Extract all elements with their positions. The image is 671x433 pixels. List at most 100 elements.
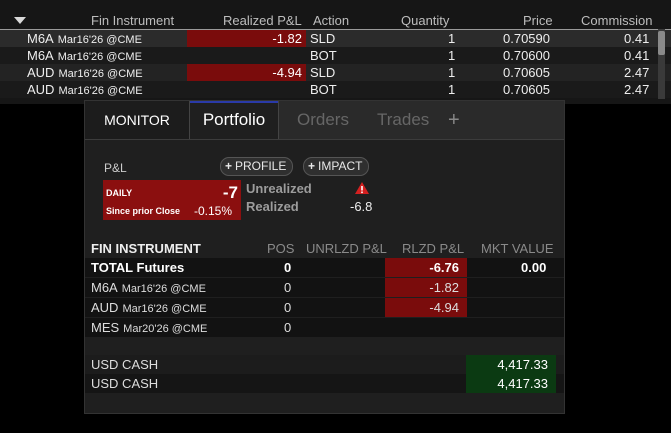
position-row[interactable]: M6A Mar16'26 @CME 0 -1.82 [85, 278, 564, 297]
row-commission: 0.41 [624, 31, 650, 46]
col-price[interactable]: Price [523, 13, 553, 28]
row-price: 0.70590 [503, 31, 550, 46]
row-price: 0.70605 [503, 82, 550, 97]
pnl-label: P&L [104, 161, 127, 175]
profile-button-label: PROFILE [235, 159, 287, 173]
plus-icon: + [308, 159, 316, 173]
col-mkt-value[interactable]: MKT VALUE [481, 241, 553, 256]
row-quantity: 1 [448, 31, 456, 46]
position-expiry: Mar20'26 @CME [123, 323, 208, 335]
position-row[interactable]: AUD Mar16'26 @CME 0 -4.94 [85, 298, 564, 317]
position-pos: 0 [284, 300, 292, 315]
unrealized-label: Unrealized [246, 181, 312, 196]
total-name: TOTAL Futures [91, 260, 185, 275]
position-symbol: AUD [91, 300, 119, 315]
col-commission[interactable]: Commission [581, 13, 653, 28]
position-expiry: Mar16'26 @CME [121, 283, 206, 295]
position-pos: 0 [284, 280, 292, 295]
cash-mkt: 4,417.33 [497, 357, 548, 372]
row-symbol: AUD [27, 82, 55, 97]
total-rlzd: -6.76 [429, 260, 459, 275]
total-pos: 0 [284, 260, 292, 275]
plus-icon: + [225, 159, 233, 173]
col-fin-instrument[interactable]: FIN INSTRUMENT [91, 241, 201, 256]
tab-portfolio[interactable]: Portfolio [189, 101, 279, 139]
position-rlzd: -1.82 [429, 280, 459, 295]
row-expiry: Mar16'26 @CME [57, 51, 142, 63]
since-prior-value: -0.15% [193, 204, 232, 218]
position-rlzd-cell: -4.94 [385, 298, 467, 317]
row-quantity: 1 [448, 82, 456, 97]
row-quantity: 1 [448, 48, 456, 63]
blotter-header: Fin Instrument Realized P&L Action Quant… [0, 12, 671, 29]
cash-mkt: 4,417.33 [497, 376, 548, 391]
daily-pnl-box[interactable]: DAILY -7 Since prior Close -0.15% [103, 180, 241, 220]
blotter-row[interactable]: M6A Mar16'26 @CME BOT 1 0.70600 0.41 [0, 47, 671, 64]
profile-button[interactable]: + PROFILE [220, 157, 294, 176]
col-fin-instrument[interactable]: Fin Instrument [91, 13, 174, 28]
position-expiry: Mar16'26 @CME [122, 303, 207, 315]
cash-mkt-cell: 4,417.33 [466, 355, 556, 374]
row-expiry: Mar16'26 @CME [57, 34, 142, 46]
daily-value: -7 [222, 183, 238, 202]
row-price: 0.70600 [503, 48, 550, 63]
tab-monitor[interactable]: MONITOR [85, 101, 190, 139]
blotter-row[interactable]: M6A Mar16'26 @CME -1.82 SLD 1 0.70590 0.4… [0, 29, 671, 48]
trades-blotter: Fin Instrument Realized P&L Action Quant… [0, 0, 671, 104]
position-symbol: M6A [91, 280, 118, 295]
col-realized-pnl[interactable]: Realized P&L [223, 13, 302, 28]
cash-row[interactable]: USD CASH 4,417.33 [85, 374, 564, 393]
row-action: SLD [310, 31, 336, 46]
position-rlzd-cell: -1.82 [385, 278, 467, 297]
cash-name: USD CASH [91, 376, 159, 391]
portfolio-panel: MONITOR Portfolio Orders Trades + P&L + P… [84, 100, 565, 414]
tab-orders[interactable]: Orders [297, 101, 349, 139]
realized-value: -6.8 [350, 199, 373, 214]
row-action: BOT [310, 48, 337, 63]
add-tab-button[interactable]: + [448, 101, 460, 139]
position-rlzd: -4.94 [429, 300, 459, 315]
row-symbol: M6A [27, 31, 54, 46]
caret-down-icon[interactable] [14, 17, 26, 24]
row-price: 0.70605 [503, 65, 550, 80]
row-quantity: 1 [448, 65, 456, 80]
blotter-row[interactable]: AUD Mar16'26 @CME -4.94 SLD 1 0.70605 2.4… [0, 64, 671, 81]
realized-pnl-cell: -4.94 [187, 64, 306, 81]
row-action: BOT [310, 82, 337, 97]
col-rlzd-pnl[interactable]: RLZD P&L [402, 241, 464, 256]
position-pos: 0 [284, 320, 292, 335]
daily-label: DAILY [106, 188, 133, 198]
row-commission: 2.47 [624, 65, 650, 80]
cash-mkt-cell: 4,417.33 [466, 374, 556, 393]
col-action[interactable]: Action [313, 13, 349, 28]
col-quantity[interactable]: Quantity [401, 13, 449, 28]
row-commission: 2.47 [624, 82, 650, 97]
row-symbol: AUD [27, 65, 55, 80]
row-expiry: Mar16'26 @CME [58, 85, 143, 97]
impact-button[interactable]: + IMPACT [303, 157, 370, 176]
since-prior-label: Since prior Close [106, 206, 181, 216]
total-futures-row[interactable]: TOTAL Futures 0 -6.76 0.00 [85, 258, 564, 277]
impact-button-label: IMPACT [318, 159, 363, 173]
scrollbar-thumb[interactable] [658, 31, 665, 55]
positions-header: FIN INSTRUMENT POS UNRLZD P&L RLZD P&L M… [85, 241, 564, 258]
tab-trades[interactable]: Trades [377, 101, 429, 139]
blotter-row[interactable]: AUD Mar16'26 @CME BOT 1 0.70605 2.47 [0, 81, 671, 98]
warning-icon[interactable] [354, 181, 370, 198]
row-expiry: Mar16'26 @CME [58, 68, 143, 80]
row-symbol: M6A [27, 48, 54, 63]
row-commission: 0.41 [624, 48, 650, 63]
col-pos[interactable]: POS [267, 241, 294, 256]
position-row[interactable]: MES Mar20'26 @CME 0 [85, 318, 564, 337]
realized-pnl-cell: -1.82 [187, 30, 306, 47]
realized-label: Realized [246, 199, 299, 214]
blotter-scrollbar[interactable] [658, 29, 665, 99]
tab-bar: MONITOR Portfolio Orders Trades + [85, 101, 564, 140]
position-symbol: MES [91, 320, 120, 335]
row-action: SLD [310, 65, 336, 80]
cash-row[interactable]: USD CASH 4,417.33 [85, 355, 564, 374]
total-mkt: 0.00 [521, 260, 547, 275]
total-rlzd-cell: -6.76 [385, 258, 467, 277]
col-unrlzd-pnl[interactable]: UNRLZD P&L [306, 241, 387, 256]
cash-name: USD CASH [91, 357, 159, 372]
